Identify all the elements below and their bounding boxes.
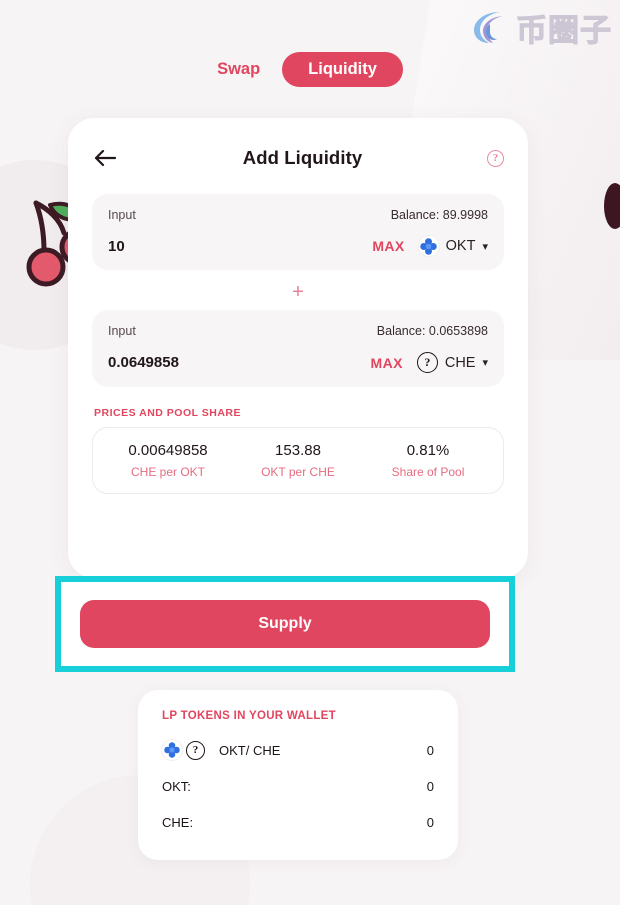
supply-button[interactable]: Supply <box>80 600 490 648</box>
okt-token-icon <box>418 236 439 256</box>
right-edge-decoration <box>604 183 620 229</box>
page-title: Add Liquidity <box>242 147 363 168</box>
token-selector-okt[interactable]: OKT ▾ <box>418 236 488 256</box>
price-column-share-of-pool: 0.81% Share of Pool <box>363 442 493 479</box>
lp-pair-label: OKT/ CHE <box>219 742 281 758</box>
unknown-token-icon: ? <box>416 352 438 373</box>
balance-text: Balance: 89.9998 <box>390 208 488 222</box>
input-panel-okt: Input Balance: 89.9998 MAX <box>92 194 504 270</box>
input-che-actions: MAX ? CHE ▾ <box>371 352 488 373</box>
input-panel-okt-meta: Input Balance: 89.9998 <box>108 208 488 222</box>
amount-input-che[interactable] <box>108 354 308 371</box>
token-symbol-che: CHE <box>444 354 476 371</box>
watermark-text: 币圈子 <box>516 12 612 49</box>
arrow-left-icon <box>94 149 116 167</box>
price-column-okt-per-che: 153.88 OKT per CHE <box>233 442 363 479</box>
amount-input-okt[interactable] <box>108 237 308 255</box>
input-panel-che-controls: MAX ? CHE ▾ <box>108 352 488 373</box>
price-label: OKT per CHE <box>261 465 335 479</box>
token-selector-che[interactable]: ? CHE ▾ <box>416 352 488 373</box>
input-label: Input <box>108 324 136 338</box>
input-okt-actions: MAX OKT ▾ <box>372 236 488 256</box>
price-column-che-per-okt: 0.00649858 CHE per OKT <box>103 442 233 479</box>
add-token-plus-icon[interactable]: + <box>92 270 504 310</box>
lp-token-key: OKT: <box>162 778 191 794</box>
lp-token-key: CHE: <box>162 814 194 830</box>
lp-token-value: 0 <box>426 814 434 830</box>
lp-token-row-okt: OKT: 0 <box>162 772 434 800</box>
price-value: 0.00649858 <box>128 442 208 459</box>
lp-pair-value: 0 <box>426 742 434 758</box>
prices-section-label: PRICES AND POOL SHARE <box>94 407 242 419</box>
balance-text: Balance: 0.0653898 <box>376 324 488 338</box>
input-panel-che-meta: Input Balance: 0.0653898 <box>108 324 488 338</box>
lp-tokens-title: LP TOKENS IN YOUR WALLET <box>162 710 336 722</box>
swoosh-logo-icon <box>474 12 503 43</box>
lp-pair-left: ? OKT/ CHE <box>162 740 280 760</box>
input-panel-che: Input Balance: 0.0653898 MAX ? CHE ▾ <box>92 310 504 387</box>
price-value: 153.88 <box>275 442 321 459</box>
add-liquidity-card: Add Liquidity ? Input Balance: 89.9998 M… <box>68 118 528 578</box>
max-button-okt[interactable]: MAX <box>372 238 404 254</box>
watermark: 币圈子 <box>466 4 612 50</box>
chevron-down-icon: ▾ <box>482 240 488 253</box>
card-header: Add Liquidity ? <box>92 136 504 180</box>
lp-pair-row: ? OKT/ CHE 0 <box>162 736 434 764</box>
lp-token-value: 0 <box>426 778 434 794</box>
unknown-token-icon: ? <box>186 740 205 760</box>
price-value: 0.81% <box>406 442 450 459</box>
lp-tokens-card: LP TOKENS IN YOUR WALLET ? OKT/ CHE 0 OK… <box>138 690 458 860</box>
tab-liquidity[interactable]: Liquidity <box>282 52 403 87</box>
chevron-down-icon: ▾ <box>482 357 488 369</box>
price-label: Share of Pool <box>391 465 465 479</box>
input-label: Input <box>108 208 136 222</box>
max-button-che[interactable]: MAX <box>371 355 403 371</box>
help-icon[interactable]: ? <box>486 149 504 167</box>
lp-token-row-che: CHE: 0 <box>162 808 434 836</box>
price-label: CHE per OKT <box>130 465 205 479</box>
token-symbol-okt: OKT <box>445 238 476 254</box>
supply-highlight-box: Supply <box>55 576 515 672</box>
input-panel-okt-controls: MAX OKT ▾ <box>108 236 488 256</box>
okt-token-icon <box>162 740 182 760</box>
top-navigation: Swap Liquidity <box>0 52 620 87</box>
prices-and-pool-share-box: 0.00649858 CHE per OKT 153.88 OKT per CH… <box>92 427 504 494</box>
tab-swap[interactable]: Swap <box>217 60 260 79</box>
back-button[interactable] <box>92 145 118 171</box>
app-page: 币圈子 Swap Liquidity Add Liquidity ? Input… <box>0 0 620 905</box>
